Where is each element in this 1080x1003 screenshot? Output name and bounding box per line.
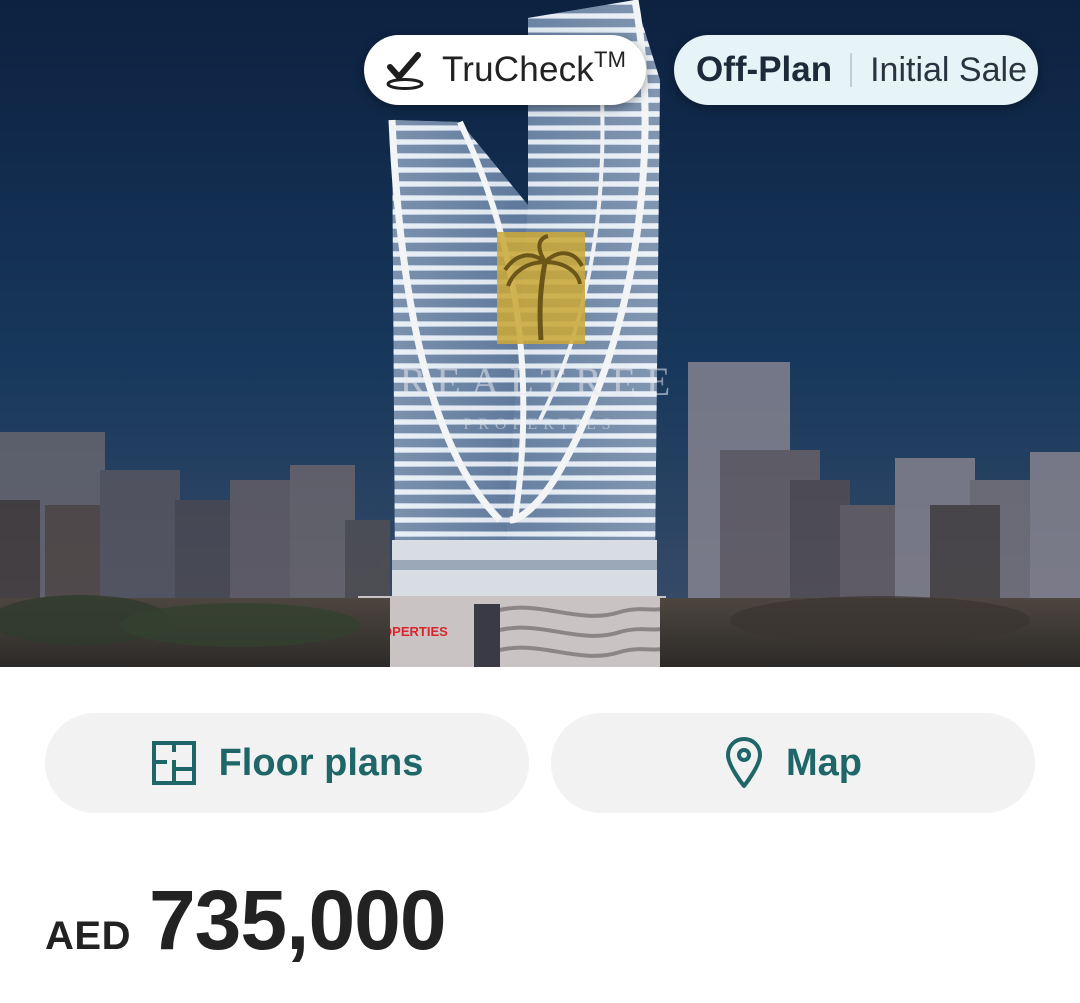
map-pin-icon (724, 736, 764, 790)
watermark-title: REALTREE (400, 359, 681, 404)
floor-plans-button[interactable]: Floor plans (45, 713, 529, 813)
completion-status: Off-Plan (696, 50, 833, 89)
listing-price: AED 735,000 (45, 872, 447, 969)
hero-image[interactable]: PROPERTIES REALTREE PROPERTIES TruCheckT… (0, 0, 1080, 667)
property-listing-page: PROPERTIES REALTREE PROPERTIES TruCheckT… (0, 0, 1080, 1003)
price-currency: AED (45, 914, 131, 958)
map-button[interactable]: Map (551, 713, 1035, 813)
price-amount: 735,000 (148, 873, 447, 967)
sale-type: Initial Sale (870, 50, 1027, 89)
floor-plans-label: Floor plans (218, 741, 424, 784)
floor-plan-icon (151, 740, 197, 786)
map-label: Map (786, 741, 862, 784)
status-divider (850, 53, 853, 87)
listing-status-badge: Off-Plan Initial Sale (674, 35, 1038, 105)
trucheck-label: TruCheckTM (442, 47, 627, 89)
check-badge-icon (384, 49, 426, 91)
watermark-subtitle: PROPERTIES (463, 416, 616, 433)
trucheck-badge[interactable]: TruCheckTM (364, 35, 646, 105)
